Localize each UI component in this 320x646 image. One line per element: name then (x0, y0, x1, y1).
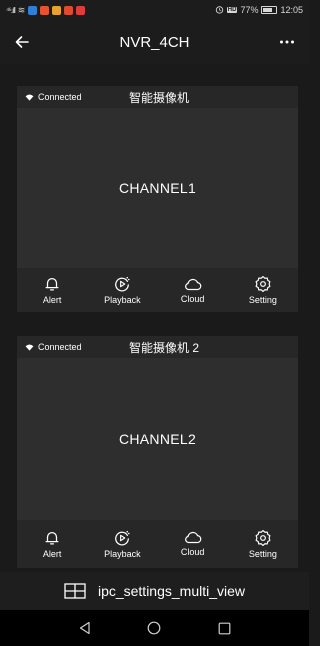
clock-time: 12:05 (280, 5, 303, 15)
camera-name: 智能摄像机 (129, 90, 190, 105)
nav-home-button[interactable] (142, 616, 166, 640)
playback-button[interactable]: Playback (87, 268, 157, 312)
camera-card-1: Connected 智能摄像机 CHANNEL1 Alert Playback … (17, 86, 298, 312)
wifi-status-icon (25, 343, 34, 351)
notification-app-icon-1 (28, 5, 38, 15)
battery-fill (263, 8, 273, 12)
alert-label: Alert (42, 549, 62, 559)
cloud-label: Cloud (180, 294, 205, 304)
wifi-status-icon (25, 93, 34, 101)
camera-card-2: Connected 智能摄像机 2 CHANNEL2 (17, 336, 298, 520)
more-horizontal-icon (280, 40, 294, 44)
signal-icon: ⁴⁶.ıll (6, 5, 16, 15)
grid-icon (64, 583, 86, 599)
channel-label: CHANNEL1 (118, 180, 197, 196)
nav-back-button[interactable] (73, 616, 97, 640)
more-options-button[interactable] (275, 30, 299, 54)
battery-icon (261, 6, 278, 14)
camera-actions: Alert Playback Cloud Setting (17, 268, 298, 312)
connection-status: Connected (25, 342, 82, 352)
cloud-icon (184, 531, 201, 544)
alarm-icon (215, 5, 224, 16)
bell-icon (45, 531, 59, 545)
notification-app-icon-3 (52, 5, 62, 15)
status-bar: ⁴⁶.ıll ≋ HD 77% 12:05 (0, 0, 309, 20)
wifi-icon: ≋ (17, 4, 26, 15)
back-button[interactable] (10, 30, 34, 54)
connection-status-label: Connected (38, 342, 82, 352)
page-title: NVR_4CH (119, 33, 190, 51)
connection-status: Connected (25, 92, 82, 102)
multi-view-label: ipc_settings_multi_view (97, 583, 246, 599)
video-preview[interactable]: CHANNEL2 (17, 358, 298, 520)
setting-label: Setting (248, 549, 277, 559)
system-nav-bar (0, 610, 309, 646)
setting-label: Setting (248, 295, 277, 305)
camera-card-header: Connected 智能摄像机 (17, 86, 298, 108)
cloud-button[interactable]: Cloud (158, 268, 228, 312)
channel-label: CHANNEL2 (118, 431, 197, 447)
notification-app-icon-5 (76, 5, 86, 15)
status-right: HD 77% 12:05 (215, 5, 303, 16)
camera-name: 智能摄像机 2 (129, 340, 200, 355)
video-preview[interactable]: CHANNEL1 (17, 108, 298, 268)
app-bar: NVR_4CH (0, 20, 309, 64)
cloud-label: Cloud (180, 547, 205, 557)
arrow-left-icon (15, 36, 29, 48)
playback-icon (115, 530, 130, 546)
nav-back-icon (79, 621, 90, 635)
connection-status-label: Connected (38, 92, 82, 102)
nav-home-icon (148, 621, 161, 635)
nav-recents-icon (218, 622, 231, 634)
camera-card-header: Connected 智能摄像机 2 (17, 336, 298, 358)
status-left: ⁴⁶.ıll ≋ (6, 4, 86, 16)
playback-icon (115, 276, 130, 292)
camera-actions: Alert Playback Cloud Setting (17, 520, 298, 568)
playback-label: Playback (104, 295, 141, 305)
notification-app-icon-2 (40, 5, 50, 15)
battery-percent: 77% (240, 5, 259, 15)
camera-2-actions-wrapper: Alert Playback Cloud Setting (17, 520, 298, 568)
nav-recents-button[interactable] (212, 616, 236, 640)
alert-button[interactable]: Alert (17, 268, 87, 312)
playback-button[interactable]: Playback (87, 520, 157, 568)
cloud-button[interactable]: Cloud (158, 520, 228, 568)
gear-icon (255, 276, 271, 292)
setting-button[interactable]: Setting (228, 268, 298, 312)
setting-button[interactable]: Setting (228, 520, 298, 568)
playback-label: Playback (104, 549, 141, 559)
bell-icon (45, 277, 59, 291)
hd-badge: HD (226, 7, 238, 13)
gear-icon (255, 530, 271, 546)
multi-view-button[interactable]: ipc_settings_multi_view (0, 572, 309, 610)
notification-app-icon-4 (64, 5, 74, 15)
alert-label: Alert (42, 295, 62, 305)
alert-button[interactable]: Alert (17, 520, 87, 568)
cloud-icon (184, 278, 201, 291)
